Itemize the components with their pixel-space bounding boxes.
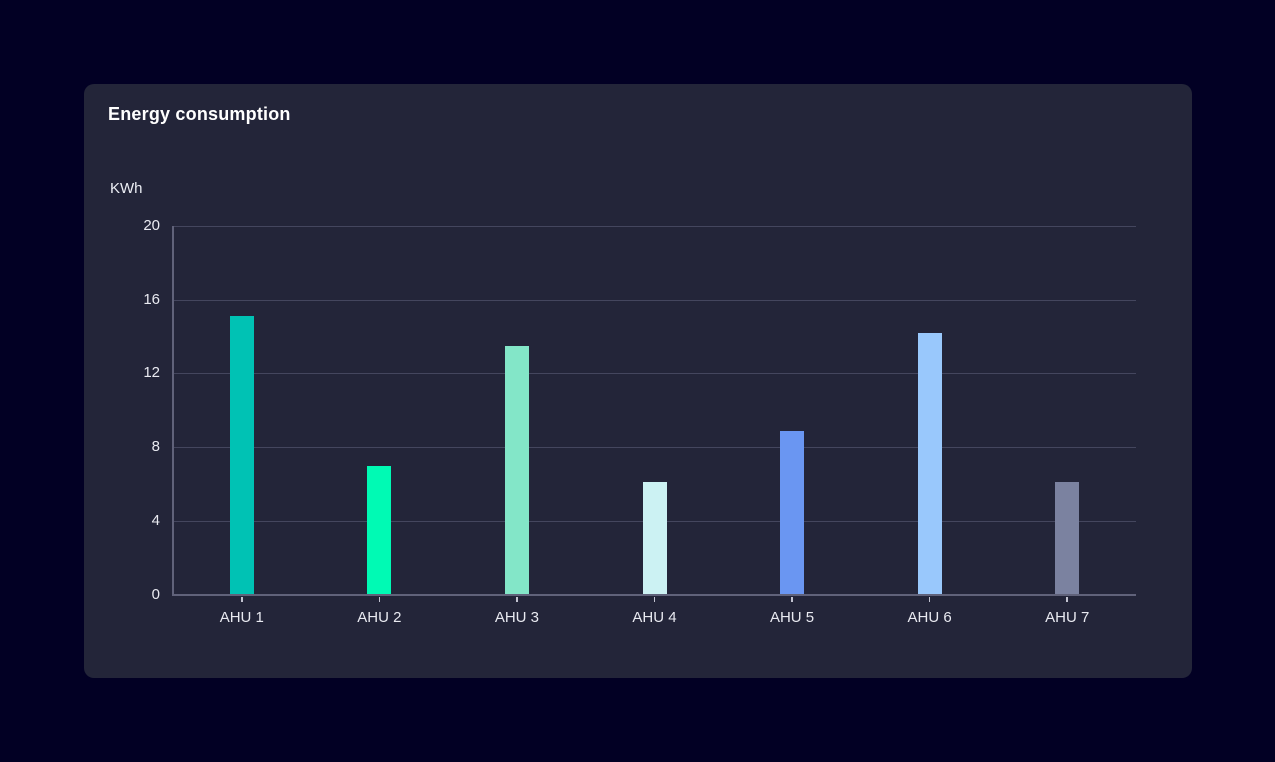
x-axis-label: AHU 1 (173, 609, 311, 626)
x-axis-tick (1066, 597, 1068, 602)
x-axis-label: AHU 4 (586, 609, 724, 626)
y-axis-tick-label: 12 (84, 363, 160, 383)
gridline (173, 373, 1136, 374)
x-axis-tick (791, 597, 793, 602)
bar-ahu-5[interactable] (780, 431, 804, 595)
y-axis-unit-label: KWh (110, 180, 143, 197)
x-axis-line (172, 594, 1136, 596)
x-axis-label: AHU 2 (311, 609, 449, 626)
bar-ahu-1[interactable] (230, 316, 254, 594)
y-axis-tick-label: 16 (84, 290, 160, 310)
dashboard-background: Energy consumption KWh 048121620AHU 1AHU… (0, 0, 1275, 762)
bar-ahu-2[interactable] (367, 466, 391, 595)
y-axis-tick-label: 8 (84, 437, 160, 457)
y-axis-tick-label: 0 (84, 585, 160, 605)
x-axis-label: AHU 6 (861, 609, 999, 626)
y-axis-line (172, 226, 174, 596)
x-axis-tick (929, 597, 931, 602)
y-axis-tick-label: 4 (84, 511, 160, 531)
bar-ahu-6[interactable] (918, 333, 942, 595)
x-axis-tick (516, 597, 518, 602)
bar-ahu-3[interactable] (505, 346, 529, 595)
bar-ahu-4[interactable] (643, 482, 667, 594)
x-axis-tick (241, 597, 243, 602)
energy-bar-chart: KWh 048121620AHU 1AHU 2AHU 3AHU 4AHU 5AH… (84, 84, 1192, 678)
energy-consumption-card: Energy consumption KWh 048121620AHU 1AHU… (84, 84, 1192, 678)
x-axis-label: AHU 5 (723, 609, 861, 626)
x-axis-label: AHU 3 (448, 609, 586, 626)
x-axis-tick (654, 597, 656, 602)
gridline (173, 226, 1136, 227)
x-axis-label: AHU 7 (998, 609, 1136, 626)
y-axis-tick-label: 20 (84, 216, 160, 236)
x-axis-tick (379, 597, 381, 602)
gridline (173, 300, 1136, 301)
bar-ahu-7[interactable] (1055, 482, 1079, 594)
gridline (173, 447, 1136, 448)
